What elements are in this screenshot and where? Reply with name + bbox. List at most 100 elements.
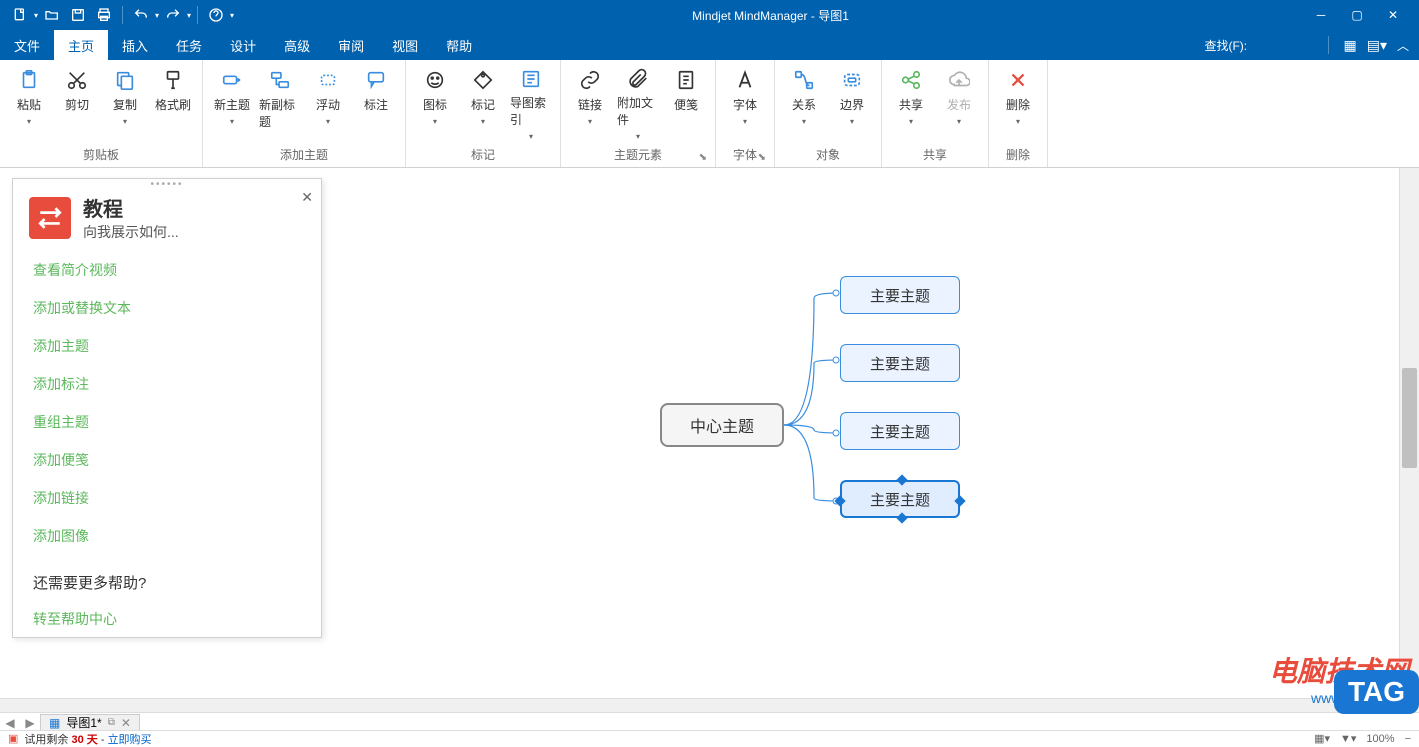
dialog-launcher[interactable]: ⬊ <box>699 152 707 163</box>
maximize-button[interactable]: ▢ <box>1343 3 1371 27</box>
open-file-button[interactable] <box>40 3 64 27</box>
document-tab[interactable]: ▦ 导图1* ⧉ ✕ <box>40 714 140 732</box>
menu-视图[interactable]: 视图 <box>378 30 432 60</box>
new-dropdown[interactable]: ▾ <box>34 11 38 20</box>
delete-icon <box>1006 68 1030 92</box>
attachment-button[interactable]: 附加文件▾ <box>615 64 661 138</box>
dropdown-arrow[interactable]: ▾ <box>802 117 806 126</box>
floating-button[interactable]: 浮动▾ <box>305 64 351 138</box>
dropdown-arrow[interactable]: ▾ <box>957 117 961 126</box>
tutorial-link-5[interactable]: 添加便笺 <box>33 450 301 470</box>
filter-icon[interactable]: ▼▾ <box>1340 732 1356 745</box>
paste-button[interactable]: 粘贴▾ <box>6 64 52 138</box>
dropdown-arrow[interactable]: ▾ <box>481 117 485 126</box>
menu-审阅[interactable]: 审阅 <box>324 30 378 60</box>
menu-主页[interactable]: 主页 <box>54 30 108 60</box>
dropdown-arrow[interactable]: ▾ <box>326 117 330 126</box>
relationship-label: 关系 <box>792 96 816 113</box>
dropdown-arrow[interactable]: ▾ <box>743 117 747 126</box>
publish-label: 发布 <box>947 96 971 113</box>
menu-任务[interactable]: 任务 <box>162 30 216 60</box>
dropdown-arrow[interactable]: ▾ <box>27 117 31 126</box>
map-index-button[interactable]: 导图索引▾ <box>508 64 554 138</box>
icon-marker-button[interactable]: 图标▾ <box>412 64 458 138</box>
menu-帮助[interactable]: 帮助 <box>432 30 486 60</box>
main-topic-4-selected[interactable]: 主要主题 <box>840 480 960 518</box>
close-window-button[interactable]: ✕ <box>1379 3 1407 27</box>
dropdown-arrow[interactable]: ▾ <box>433 117 437 126</box>
new-subtopic-button[interactable]: 新副标题 <box>257 64 303 138</box>
share-button[interactable]: 共享▾ <box>888 64 934 138</box>
dropdown-arrow[interactable]: ▾ <box>850 117 854 126</box>
notes-button[interactable]: 便笺 <box>663 64 709 138</box>
format-painter-button[interactable]: 格式刷 <box>150 64 196 138</box>
tutorial-link-7[interactable]: 添加图像 <box>33 526 301 546</box>
redo-dropdown[interactable]: ▾ <box>187 11 191 20</box>
zoom-out-button[interactable]: − <box>1405 733 1411 745</box>
doc-tab-close[interactable]: ✕ <box>121 716 131 730</box>
tutorial-link-2[interactable]: 添加主题 <box>33 336 301 356</box>
relationship-button[interactable]: 关系 ▾ <box>781 64 827 138</box>
publish-button: 发布 ▾ <box>936 64 982 138</box>
ribbon-group-label: 主题元素⬊ <box>567 144 709 167</box>
font-button[interactable]: 字体▾ <box>722 64 768 138</box>
tutorial-link-1[interactable]: 添加或替换文本 <box>33 298 301 318</box>
central-topic[interactable]: 中心主题 <box>660 403 784 447</box>
zoom-level[interactable]: 100% <box>1366 733 1394 745</box>
buy-now-link[interactable]: 立即购买 <box>108 734 152 746</box>
search-label[interactable]: 查找(F): <box>1204 37 1314 54</box>
collapse-ribbon-icon[interactable]: ︿ <box>1397 37 1409 54</box>
dropdown-arrow[interactable]: ▾ <box>636 132 640 141</box>
dropdown-arrow[interactable]: ▾ <box>588 117 592 126</box>
dialog-launcher[interactable]: ⬊ <box>758 152 766 163</box>
view-mode-icon[interactable]: ▦▾ <box>1314 732 1330 745</box>
menu-插入[interactable]: 插入 <box>108 30 162 60</box>
cut-button[interactable]: 剪切 <box>54 64 100 138</box>
help-button[interactable] <box>204 3 228 27</box>
layout-icon[interactable]: ▦ <box>1343 37 1356 54</box>
dropdown-arrow[interactable]: ▾ <box>1016 117 1020 126</box>
new-file-button[interactable] <box>8 3 32 27</box>
tutorial-link-4[interactable]: 重组主题 <box>33 412 301 432</box>
menu-高级[interactable]: 高级 <box>270 30 324 60</box>
undo-button[interactable] <box>129 3 153 27</box>
panel-close-button[interactable]: ✕ <box>301 189 313 206</box>
dropdown-arrow[interactable]: ▾ <box>529 132 533 141</box>
boundary-button[interactable]: 边界▾ <box>829 64 875 138</box>
ribbon-group-label: 添加主题 <box>209 144 399 167</box>
panel-icon[interactable]: ▤▾ <box>1367 37 1387 54</box>
ribbon-group-label: 剪贴板 <box>6 144 196 167</box>
dropdown-arrow[interactable]: ▾ <box>230 117 234 126</box>
vertical-scrollbar[interactable] <box>1399 168 1419 698</box>
link-icon <box>578 68 602 92</box>
tag-marker-label: 标记 <box>471 96 495 113</box>
dropdown-arrow[interactable]: ▾ <box>123 117 127 126</box>
tag-marker-button[interactable]: 标记 ▾ <box>460 64 506 138</box>
scroll-thumb[interactable] <box>1402 368 1417 468</box>
new-topic-button[interactable]: 新主题▾ <box>209 64 255 138</box>
main-topic-2[interactable]: 主要主题 <box>840 344 960 382</box>
tutorial-link-0[interactable]: 查看简介视频 <box>33 260 301 280</box>
dropdown-arrow[interactable]: ▾ <box>909 117 913 126</box>
undo-dropdown[interactable]: ▾ <box>155 11 159 20</box>
new-subtopic-label: 新副标题 <box>259 96 301 130</box>
doc-popout-icon[interactable]: ⧉ <box>108 717 115 728</box>
delete-button[interactable]: 删除▾ <box>995 64 1041 138</box>
main-topic-3[interactable]: 主要主题 <box>840 412 960 450</box>
tab-prev-button[interactable]: ◀ <box>0 716 20 730</box>
link-button[interactable]: 链接▾ <box>567 64 613 138</box>
tutorial-link-3[interactable]: 添加标注 <box>33 374 301 394</box>
copy-button[interactable]: 复制▾ <box>102 64 148 138</box>
callout-button[interactable]: 标注 <box>353 64 399 138</box>
tab-next-button[interactable]: ▶ <box>20 716 40 730</box>
minimize-button[interactable]: ─ <box>1307 3 1335 27</box>
main-topic-1[interactable]: 主要主题 <box>840 276 960 314</box>
panel-grip[interactable]: •••••• <box>13 179 321 187</box>
menu-设计[interactable]: 设计 <box>216 30 270 60</box>
tutorial-link-6[interactable]: 添加链接 <box>33 488 301 508</box>
help-center-link[interactable]: 转至帮助中心 <box>33 609 301 629</box>
print-button[interactable] <box>92 3 116 27</box>
save-button[interactable] <box>66 3 90 27</box>
menu-文件[interactable]: 文件 <box>0 30 54 60</box>
redo-button[interactable] <box>161 3 185 27</box>
